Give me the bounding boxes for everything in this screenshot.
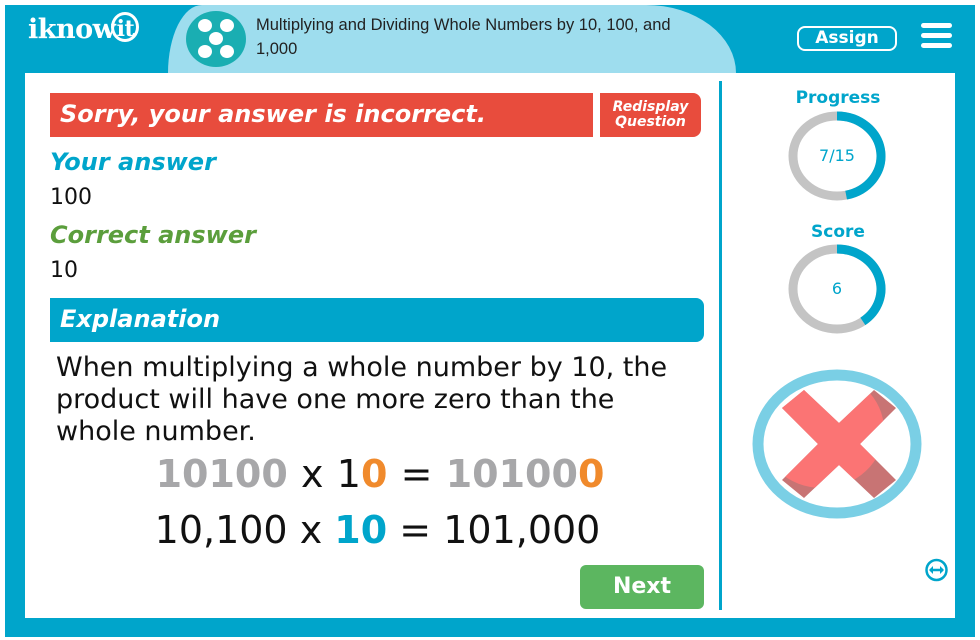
eq2-result: 101,000 [443, 508, 601, 552]
eq1-result-zero: 0 [577, 452, 605, 496]
eq2-factor: 10,100 [154, 508, 288, 552]
next-button[interactable]: Next [580, 565, 704, 609]
eq1-multiplier-prefix: 1 [336, 452, 361, 496]
correct-answer-label: Correct answer [50, 221, 256, 249]
score-value: 6 [831, 279, 843, 298]
eq2-operator: x [299, 508, 323, 552]
eq1-result-prefix: 10100 [445, 452, 578, 496]
logo-text: iknow [28, 14, 116, 45]
progress-label: Progress [795, 88, 881, 108]
horizontal-resize-icon[interactable] [924, 558, 949, 582]
your-answer-value: 100 [50, 185, 92, 210]
assign-button[interactable]: Assign [797, 26, 897, 51]
progress-value: 7/15 [819, 146, 855, 165]
eq2-equals: = [399, 508, 432, 552]
redisplay-question-button[interactable]: Redisplay Question [600, 93, 701, 137]
explanation-header: Explanation [50, 298, 704, 342]
eq1-equals: = [400, 452, 433, 496]
iknowit-logo[interactable]: iknowit [28, 12, 140, 45]
equation-formatted: 10,100 x 10 = 101,000 [0, 508, 755, 552]
dots-circle-icon [186, 11, 246, 67]
redisplay-label-line2: Question [615, 114, 686, 130]
eq1-operator: x [301, 452, 324, 496]
incorrect-x-icon [752, 369, 922, 519]
incorrect-banner: Sorry, your answer is incorrect. [50, 93, 593, 137]
score-label: Score [811, 222, 865, 242]
logo-bulb-text: it [116, 16, 135, 42]
eq2-multiplier: 10 [334, 508, 388, 552]
eq1-factor: 10100 [155, 452, 288, 496]
correct-answer-value: 10 [50, 258, 78, 283]
explanation-text: When multiplying a whole number by 10, t… [56, 352, 668, 447]
lesson-title: Multiplying and Dividing Whole Numbers b… [256, 16, 671, 58]
your-answer-label: Your answer [50, 148, 216, 176]
lightbulb-icon: it [111, 12, 140, 42]
eq1-multiplier-zero: 0 [360, 452, 388, 496]
redisplay-label-line1: Redisplay [612, 99, 689, 115]
hamburger-menu-icon[interactable] [921, 23, 952, 49]
equation-place-value: 10100 x 10 = 101000 [0, 452, 760, 496]
